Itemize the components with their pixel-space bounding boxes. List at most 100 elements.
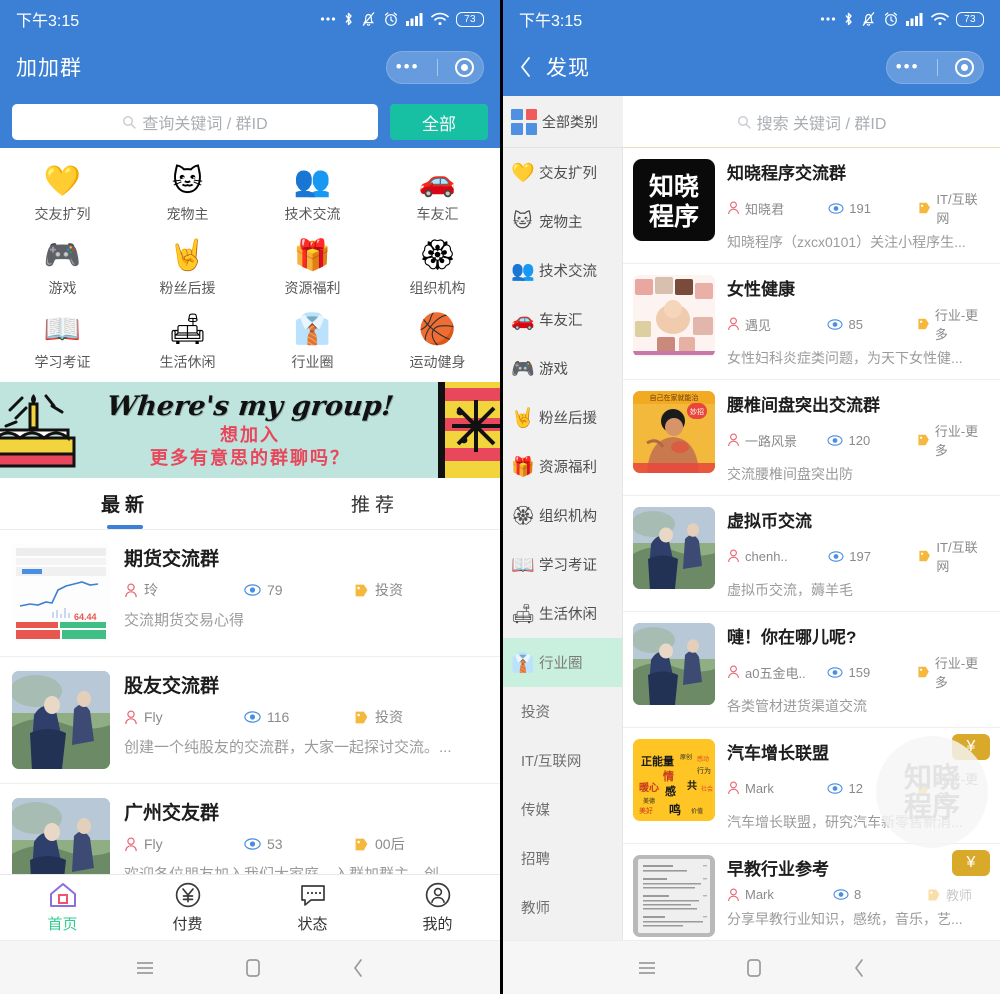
- group-description: 虚拟币交流，薅羊毛: [727, 582, 853, 598]
- list-item[interactable]: 知晓 程序 知晓程序交流群 知晓君 191 IT/互联网 知晓程序（zxcx01…: [623, 148, 1000, 264]
- stock-chart-thumbnail: 64.44: [12, 544, 110, 642]
- close-target-icon[interactable]: [955, 57, 975, 77]
- category-sidebar[interactable]: 💛 交友扩列 🐱 宠物主 👥 技术交流 🚗 车友汇 🎮 游戏 🤘 粉丝后援 🎁 资源福利 🏵 组…: [503, 148, 623, 940]
- gift-pattern-illustration: [438, 382, 500, 478]
- bottom-tab-paid[interactable]: 付费: [125, 881, 250, 934]
- tab-latest[interactable]: 最新: [0, 478, 250, 529]
- game-controller-icon: 🎮: [43, 239, 82, 272]
- bottom-tab-status[interactable]: 状态: [250, 881, 375, 934]
- list-item[interactable]: 股友交流群 Fly 116 投资 创建一个纯股友的交流群，大家一起探讨交流。..…: [0, 657, 500, 784]
- sidebar-item-label: 技术交流: [539, 264, 597, 280]
- paid-badge: ¥: [952, 734, 990, 760]
- category-item[interactable]: 🛋 生活休闲: [125, 308, 250, 376]
- category-item[interactable]: 🎮 游戏: [0, 234, 125, 302]
- category-label: 游戏: [48, 280, 77, 296]
- group-owner: Fly: [124, 836, 244, 852]
- sidebar-item-tech[interactable]: 👥 技术交流: [503, 246, 622, 295]
- close-target-icon[interactable]: [455, 57, 475, 77]
- sidebar-item-teacher[interactable]: 教师: [503, 883, 622, 932]
- sidebar-item-label: 传媒: [521, 803, 550, 819]
- sidebar-item-industry[interactable]: 👔 行业圈: [503, 638, 622, 687]
- sidebar-item-investment[interactable]: 投资: [503, 687, 622, 736]
- group-thumbnail: [633, 855, 715, 937]
- all-categories-button[interactable]: 全部类别: [503, 96, 623, 148]
- group-views: 120: [827, 433, 916, 448]
- tag-icon: [355, 711, 368, 723]
- home-square-icon[interactable]: [744, 957, 764, 979]
- category-item[interactable]: 💛 交友扩列: [0, 160, 125, 228]
- group-title: 广州交友群: [124, 803, 220, 824]
- sidebar-item-fans[interactable]: 🤘 粉丝后援: [503, 393, 622, 442]
- document-scan-thumbnail: [633, 855, 715, 937]
- search-placeholder: 搜索 关键词 / 群ID: [756, 115, 887, 133]
- app-bar-left: 加加群: [16, 52, 82, 82]
- category-item[interactable]: 🐱 宠物主: [125, 160, 250, 228]
- group-thumbnail: 64.44: [12, 544, 110, 642]
- sidebar-item-media[interactable]: 传媒: [503, 785, 622, 834]
- more-menu-icon[interactable]: •••: [396, 58, 420, 75]
- all-filter-button[interactable]: 全部: [390, 104, 488, 140]
- bottom-tab-home[interactable]: 首页: [0, 881, 125, 934]
- category-item[interactable]: 👔 行业圈: [250, 308, 375, 376]
- eye-icon: [244, 711, 261, 723]
- menu-icon[interactable]: [636, 959, 658, 977]
- sidebar-item-organizations[interactable]: 🏵 组织机构: [503, 491, 622, 540]
- list-item[interactable]: 女性健康 遇见 85 行业-更多 女性妇科炎症类问题，为天下女性健...: [623, 264, 1000, 380]
- group-list[interactable]: 64.44 期货交流群 玲 79 投资 交流期货交易心得 股友交流群 Fly 1…: [0, 530, 500, 874]
- sidebar-item-games[interactable]: 🎮 游戏: [503, 344, 622, 393]
- svg-text:情: 情: [663, 769, 674, 783]
- promo-banner[interactable]: Where's my group! 想加入 更多有意思的群聊吗？: [0, 382, 500, 478]
- mini-program-capsule[interactable]: •••: [886, 50, 984, 84]
- category-item[interactable]: 📖 学习考证: [0, 308, 125, 376]
- group-owner-name: chenh..: [745, 548, 788, 564]
- tab-recommended[interactable]: 推荐: [250, 478, 500, 529]
- chat-bubble-icon: [300, 885, 325, 906]
- yen-circle-icon: [175, 882, 200, 908]
- group-tag-label: IT/互联网: [936, 540, 978, 574]
- sidebar-item-lifestyle[interactable]: 🛋 生活休闲: [503, 589, 622, 638]
- sidebar-item-pets[interactable]: 🐱 宠物主: [503, 197, 622, 246]
- user-icon: [728, 201, 739, 215]
- menu-icon[interactable]: [134, 959, 156, 977]
- mini-program-capsule[interactable]: •••: [386, 50, 484, 84]
- sidebar-item-study[interactable]: 📖 学习考证: [503, 540, 622, 589]
- more-menu-icon[interactable]: •••: [896, 58, 920, 75]
- basketball-icon: 🏀: [418, 313, 457, 346]
- group-result-list[interactable]: 知晓 程序 知晓程序交流群 知晓君 191 IT/互联网 知晓程序（zxcx01…: [623, 148, 1000, 940]
- group-info: 早教行业参考 Mark 8 教师 分享早教行业知识，感统，音乐，艺...: [727, 855, 988, 937]
- category-item[interactable]: 👥 技术交流: [250, 160, 375, 228]
- category-item[interactable]: 🤘 粉丝后援: [125, 234, 250, 302]
- back-icon[interactable]: [350, 957, 366, 979]
- sidebar-item-friends[interactable]: 💛 交友扩列: [503, 148, 622, 197]
- back-chevron-icon[interactable]: [519, 56, 532, 78]
- sidebar-item-cars[interactable]: 🚗 车友汇: [503, 295, 622, 344]
- list-item[interactable]: 自己在家就能治 妙招 腰椎间盘突出交流群 一路风景 120 行业-更多 交流腰椎…: [623, 380, 1000, 496]
- search-input[interactable]: 查询关键词 / 群ID: [12, 104, 378, 140]
- category-item[interactable]: 🎁 资源福利: [250, 234, 375, 302]
- svg-text:原创: 原创: [680, 753, 692, 761]
- list-item[interactable]: 广州交友群 Fly 53 00后: [0, 784, 500, 874]
- sidebar-item-resources[interactable]: 🎁 资源福利: [503, 442, 622, 491]
- search-icon: [737, 115, 751, 129]
- group-owner: 一路风景: [727, 431, 827, 450]
- group-title: 嗹！你在哪儿呢?: [727, 628, 857, 647]
- back-icon[interactable]: [851, 957, 867, 979]
- sidebar-item-recruiting[interactable]: 招聘: [503, 834, 622, 883]
- category-item[interactable]: 🏵 组织机构: [375, 234, 500, 302]
- list-item[interactable]: ¥ 正能量 原创 感动 情 行为 暖心 感 共 社会 美德 美好 鸣 价值 汽车…: [623, 728, 1000, 844]
- list-item[interactable]: 虚拟币交流 chenh.. 197 IT/互联网 虚拟币交流，薅羊毛: [623, 496, 1000, 612]
- home-square-icon[interactable]: [243, 957, 263, 979]
- group-title: 腰椎间盘突出交流群: [727, 396, 880, 415]
- search-input[interactable]: 搜索 关键词 / 群ID: [623, 96, 1000, 148]
- list-item[interactable]: 嗹！你在哪儿呢? a0五金电.. 159 行业-更多 各类管材进货渠道交流: [623, 612, 1000, 728]
- user-icon: [728, 665, 739, 679]
- bottom-tab-mine[interactable]: 我的: [375, 881, 500, 934]
- list-item[interactable]: ¥ 早教行业参考 Mark 8 教师 分享早教行业知识，感统，音乐，艺...: [623, 844, 1000, 940]
- category-item[interactable]: 🚗 车友汇: [375, 160, 500, 228]
- eye-icon: [244, 584, 261, 596]
- sidebar-item-it-internet[interactable]: IT/互联网: [503, 736, 622, 785]
- list-item[interactable]: 64.44 期货交流群 玲 79 投资 交流期货交易心得: [0, 530, 500, 657]
- group-title: 期货交流群: [124, 549, 220, 570]
- group-thumbnail: 自己在家就能治 妙招: [633, 391, 715, 473]
- category-item[interactable]: 🏀 运动健身: [375, 308, 500, 376]
